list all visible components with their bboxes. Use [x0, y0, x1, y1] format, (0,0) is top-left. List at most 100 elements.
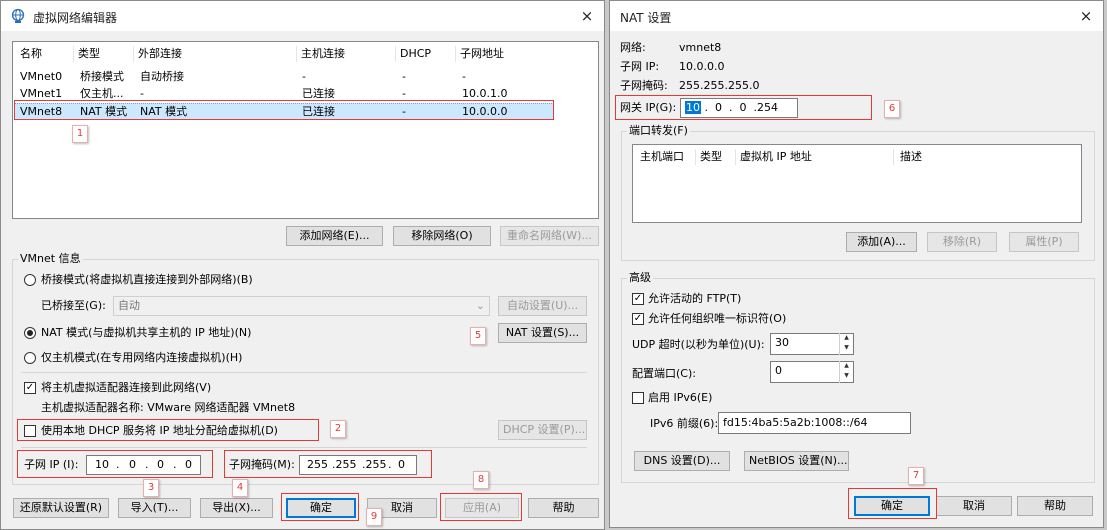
bridge-mode-radio[interactable] [24, 274, 36, 286]
row-cell: - [140, 87, 144, 100]
subnet-ip-input[interactable]: 10 . 0 . 0 . 0 [86, 455, 201, 475]
left-close-icon[interactable]: × [577, 6, 597, 26]
row-cell: VMnet0 [20, 70, 63, 83]
dns-settings-button[interactable]: DNS 设置(D)... [634, 451, 730, 471]
annotation-badge-5: 5 [470, 327, 486, 345]
connect-adapter-label[interactable]: 将主机虚拟适配器连接到此网络(V) [41, 381, 211, 395]
table-row[interactable]: VMnet0 桥接模式 自动桥接 - - - [14, 69, 574, 85]
annotation-badge-3: 3 [143, 479, 159, 497]
nat-ok-button[interactable]: 确定 [854, 496, 930, 516]
import-button[interactable]: 导入(T)... [118, 498, 191, 518]
network-list[interactable]: 名称 类型 外部连接 主机连接 DHCP 子网地址 VMnet0 桥接模式 自动… [12, 41, 599, 219]
adapter-name-label: 主机虚拟适配器名称: VMware 网络适配器 VMnet8 [41, 401, 296, 414]
auto-settings-button[interactable]: 自动设置(U)... [498, 296, 587, 316]
subnet-mask-input[interactable]: 255 .255 .255 . 0 [299, 455, 417, 475]
spin-up-icon[interactable]: ▲ [840, 333, 853, 343]
pf-col-type[interactable]: 类型 [696, 149, 736, 165]
annotation-badge-6: 6 [884, 100, 900, 118]
ip-octet: 0 [185, 458, 192, 471]
pf-properties-button[interactable]: 属性(P) [1009, 232, 1079, 252]
config-port-spinner[interactable]: ▲ ▼ [839, 361, 853, 383]
oui-label[interactable]: 允许任何组织唯一标识符(O) [648, 312, 786, 326]
row-cell: 已连接 [302, 105, 335, 118]
bridge-mode-label[interactable]: 桥接模式(将虚拟机直接连接到外部网络)(B) [41, 273, 253, 287]
pf-col-host-port[interactable]: 主机端口 [636, 149, 696, 165]
add-network-button[interactable]: 添加网络(E)... [286, 226, 383, 246]
ipv6-prefix-input[interactable]: fd15:4ba5:5a2b:1008::/64 [718, 412, 911, 434]
dhcp-label[interactable]: 使用本地 DHCP 服务将 IP 地址分配给虚拟机(D) [41, 424, 278, 438]
pf-col-desc[interactable]: 描述 [896, 149, 1016, 165]
mask-octet: .255 [362, 458, 387, 471]
col-header-host[interactable]: 主机连接 [297, 46, 396, 62]
ipv6-label[interactable]: 启用 IPv6(E) [648, 391, 712, 405]
nat-settings-button[interactable]: NAT 设置(S)... [498, 323, 587, 343]
virtual-network-editor-window: 虚拟网络编辑器 × 名称 类型 外部连接 主机连接 DHCP 子网地址 VMne… [0, 0, 605, 530]
ipv6-checkbox[interactable] [632, 392, 644, 404]
nat-subnet-ip-value: 10.0.0.0 [679, 60, 725, 73]
nat-cancel-button[interactable]: 取消 [936, 496, 1012, 516]
export-button[interactable]: 导出(X)... [200, 498, 273, 518]
config-port-label: 配置端口(C): [632, 367, 696, 380]
gateway-ip-label: 网关 IP(G): [620, 101, 677, 114]
col-header-external[interactable]: 外部连接 [134, 46, 297, 62]
col-header-subnet[interactable]: 子网地址 [456, 46, 556, 62]
port-forward-label: 端口转发(F) [627, 124, 690, 138]
spin-down-icon[interactable]: ▼ [840, 371, 853, 381]
pf-add-button[interactable]: 添加(A)... [846, 232, 917, 252]
config-port-value: 0 [775, 364, 782, 377]
left-titlebar: 虚拟网络编辑器 × [1, 1, 604, 31]
col-header-type[interactable]: 类型 [74, 46, 134, 62]
help-button[interactable]: 帮助 [528, 498, 599, 518]
udp-timeout-label: UDP 超时(以秒为单位)(U): [632, 338, 765, 351]
col-header-dhcp[interactable]: DHCP [396, 46, 456, 62]
row-cell: 自动桥接 [140, 70, 184, 83]
row-cell: 10.0.0.0 [462, 105, 508, 118]
nat-help-button[interactable]: 帮助 [1017, 496, 1093, 516]
gateway-first-octet: 10 [685, 101, 701, 114]
col-header-name[interactable]: 名称 [16, 46, 74, 62]
dhcp-settings-button[interactable]: DHCP 设置(P)... [498, 420, 587, 440]
divider [21, 447, 587, 448]
nat-mode-label[interactable]: NAT 模式(与虚拟机共享主机的 IP 地址)(N) [41, 326, 251, 340]
subnet-mask-label: 子网掩码(M): [229, 458, 295, 471]
row-cell: NAT 模式 [140, 105, 188, 118]
port-forward-list[interactable]: 主机端口 类型 虚拟机 IP 地址 描述 [632, 144, 1082, 223]
connect-adapter-checkbox[interactable]: ✓ [24, 382, 36, 394]
row-cell: - [402, 87, 406, 100]
restore-defaults-button[interactable]: 还原默认设置(R) [13, 498, 109, 518]
ok-button[interactable]: 确定 [286, 498, 356, 518]
row-cell: 10.0.1.0 [462, 87, 508, 100]
gateway-ip-input[interactable]: 10 . 0 . 0 .254 [680, 98, 798, 118]
remove-network-button[interactable]: 移除网络(O) [393, 226, 491, 246]
row-cell: 仅主机... [80, 87, 124, 100]
bridged-to-select[interactable]: 自动 ⌄ [113, 296, 490, 316]
spin-down-icon[interactable]: ▼ [840, 343, 853, 353]
annotation-badge-9: 9 [366, 508, 382, 526]
table-row-selected[interactable]: VMnet8 NAT 模式 NAT 模式 已连接 - 10.0.0.0 [14, 103, 554, 120]
rename-network-button[interactable]: 重命名网络(W)... [500, 226, 599, 246]
oui-checkbox[interactable]: ✓ [632, 313, 644, 325]
chevron-down-icon: ⌄ [475, 299, 485, 312]
host-only-label[interactable]: 仅主机模式(在专用网络内连接虚拟机)(H) [41, 351, 242, 365]
udp-timeout-input[interactable]: 30 ▲ ▼ [770, 333, 854, 355]
nat-mode-radio[interactable] [24, 327, 36, 339]
udp-spinner[interactable]: ▲ ▼ [839, 333, 853, 355]
pf-col-vm-ip[interactable]: 虚拟机 IP 地址 [736, 149, 894, 165]
spin-up-icon[interactable]: ▲ [840, 361, 853, 371]
apply-button[interactable]: 应用(A) [445, 498, 519, 518]
nat-subnet-mask-label: 子网掩码: [620, 79, 668, 92]
vmnet-info-label: VMnet 信息 [18, 252, 83, 266]
mask-octet: .255 [332, 458, 357, 471]
ftp-checkbox[interactable]: ✓ [632, 293, 644, 305]
ipv6-prefix-label: IPv6 前缀(6): [650, 417, 719, 430]
nat-close-icon[interactable]: × [1076, 6, 1096, 26]
ftp-label[interactable]: 允许活动的 FTP(T) [648, 292, 741, 306]
host-only-radio[interactable] [24, 352, 36, 364]
config-port-input[interactable]: 0 ▲ ▼ [770, 361, 854, 383]
row-cell: NAT 模式 [80, 105, 128, 118]
divider [21, 372, 587, 373]
table-row[interactable]: VMnet1 仅主机... - 已连接 - 10.0.1.0 [14, 86, 574, 102]
netbios-settings-button[interactable]: NetBIOS 设置(N)... [744, 451, 849, 471]
pf-remove-button[interactable]: 移除(R) [927, 232, 997, 252]
dhcp-checkbox[interactable] [24, 425, 36, 437]
